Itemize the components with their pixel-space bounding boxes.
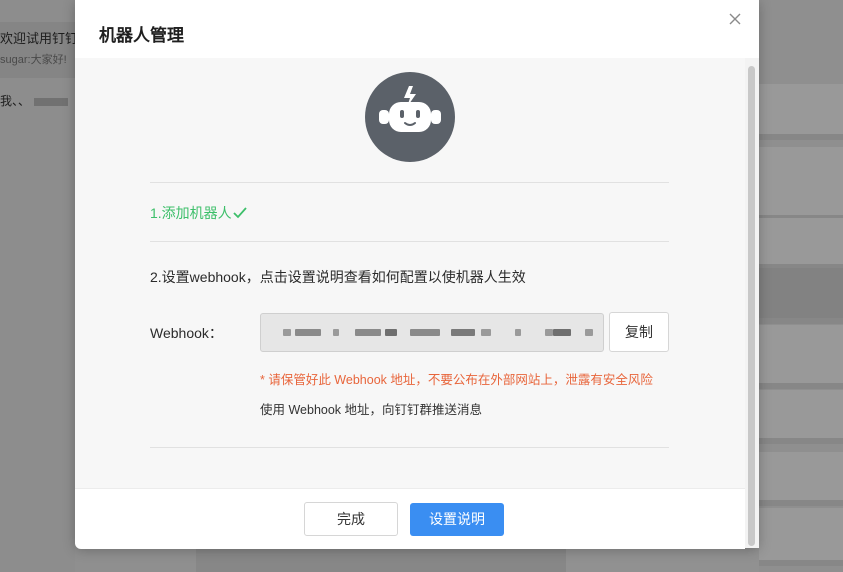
scrollbar-thumb[interactable] xyxy=(748,66,755,546)
robot-icon xyxy=(365,72,455,162)
step-2-label: 2.设置webhook，点击设置说明查看如何配置以使机器人生效 xyxy=(150,269,526,285)
setup-instructions-button[interactable]: 设置说明 xyxy=(410,503,504,536)
divider xyxy=(150,182,669,183)
chat-list-panel xyxy=(0,0,75,572)
right-panel-row xyxy=(759,84,843,140)
copy-button[interactable]: 复制 xyxy=(609,312,669,352)
step-1-label: 1.添加机器人 xyxy=(150,203,247,223)
divider xyxy=(150,241,669,242)
right-panel-row xyxy=(759,325,843,389)
webhook-hint: 使用 Webhook 地址，向钉钉群推送消息 xyxy=(260,403,483,417)
right-panel-row xyxy=(759,390,843,444)
dialog-body: 1.添加机器人 2.设置webhook，点击设置说明查看如何配置以使机器人生效 … xyxy=(75,58,745,488)
webhook-url-field[interactable] xyxy=(260,313,604,352)
security-warning: * 请保管好此 Webhook 地址，不要公布在外部网站上，泄露有安全风险 xyxy=(260,373,653,387)
right-panel-row xyxy=(759,147,843,221)
right-panel-row xyxy=(759,508,843,566)
divider xyxy=(150,447,669,448)
right-panel-row xyxy=(759,218,843,270)
right-panel-row xyxy=(759,452,843,506)
dialog-header: 机器人管理 xyxy=(75,0,759,58)
right-panel-row xyxy=(759,268,843,324)
close-icon[interactable] xyxy=(725,9,745,29)
robot-management-dialog: 机器人管理 1.添加机器人 2.设置webhook，点击设置说明查看如何配置以使… xyxy=(75,0,759,549)
dialog-footer: 完成 设置说明 xyxy=(75,488,745,549)
dialog-title: 机器人管理 xyxy=(99,26,184,45)
chat-member-line: 我、、 xyxy=(0,92,69,109)
background-footer xyxy=(196,548,567,572)
webhook-label: Webhook： xyxy=(150,325,223,341)
right-panel xyxy=(759,0,843,572)
background-footer xyxy=(566,548,759,572)
checkmark-icon xyxy=(233,207,247,219)
chat-item-title: 欢迎试用钉钉 xyxy=(0,31,75,46)
done-button[interactable]: 完成 xyxy=(304,502,398,536)
chat-item-preview: sugar:大家好! xyxy=(0,54,67,66)
